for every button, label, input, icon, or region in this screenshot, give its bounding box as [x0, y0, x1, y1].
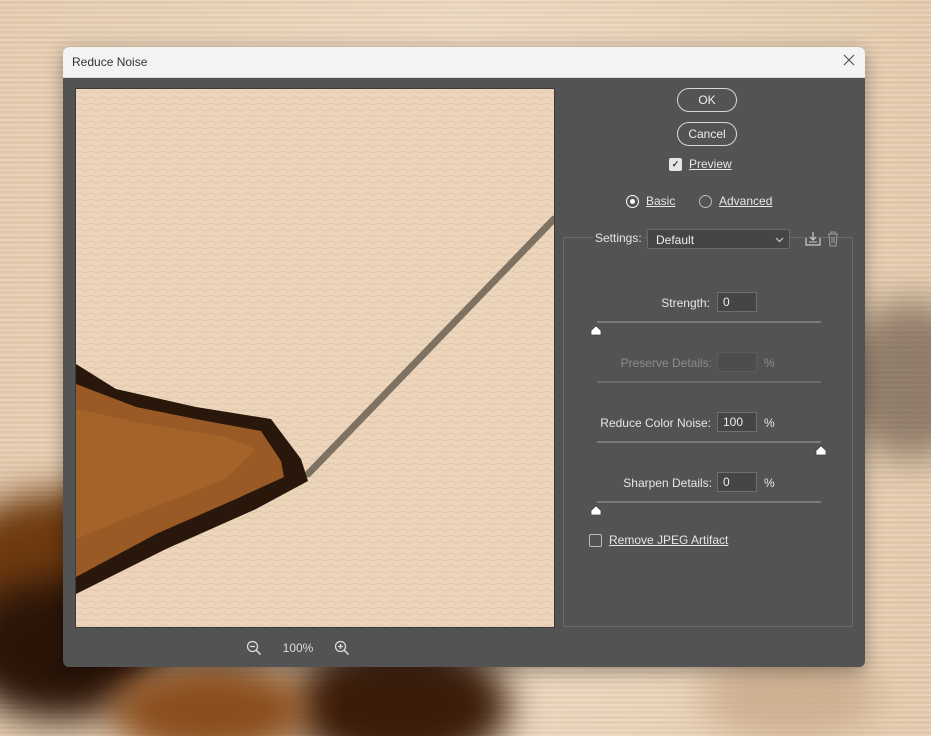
advanced-radio-row[interactable]: Advanced: [699, 194, 772, 208]
strength-slider[interactable]: [597, 321, 821, 323]
sharpen-details-label: Sharpen Details:: [623, 476, 712, 490]
remove-jpeg-row[interactable]: Remove JPEG Artifact: [589, 533, 728, 547]
sharpen-details-unit: %: [764, 476, 775, 490]
sharpen-details-input[interactable]: 0: [717, 472, 757, 492]
cancel-button[interactable]: Cancel: [677, 122, 737, 146]
preserve-details-label: Preserve Details:: [620, 356, 712, 370]
reduce-color-noise-input[interactable]: 100: [717, 412, 757, 432]
reduce-color-noise-unit: %: [764, 416, 775, 430]
preserve-details-slider: [597, 381, 821, 383]
preview-checkbox-row[interactable]: ✓ Preview: [669, 157, 732, 171]
basic-label: Basic: [646, 194, 676, 208]
preview-checkbox[interactable]: ✓: [669, 157, 682, 171]
ok-button[interactable]: OK: [677, 88, 737, 112]
preview-image[interactable]: [75, 88, 555, 628]
advanced-radio[interactable]: [699, 194, 712, 208]
dialog-title: Reduce Noise: [72, 55, 148, 69]
remove-jpeg-label: Remove JPEG Artifact: [609, 533, 729, 547]
remove-jpeg-checkbox[interactable]: [589, 533, 602, 547]
zoom-out-icon[interactable]: [243, 637, 265, 659]
reduce-noise-dialog: Reduce Noise 100% OK Cancel ✓ Preview Ba…: [63, 47, 865, 667]
title-bar: Reduce Noise: [63, 47, 865, 78]
reduce-color-noise-slider[interactable]: [597, 441, 821, 443]
zoom-bar: 100%: [243, 637, 353, 659]
settings-label: Settings:: [593, 231, 644, 245]
basic-radio[interactable]: [626, 194, 639, 208]
strength-input[interactable]: 0: [717, 292, 757, 312]
preview-label: Preview: [689, 157, 732, 171]
zoom-in-icon[interactable]: [331, 637, 353, 659]
save-preset-icon[interactable]: [804, 230, 822, 248]
basic-radio-row[interactable]: Basic: [626, 194, 675, 208]
close-icon[interactable]: [839, 52, 859, 72]
advanced-label: Advanced: [719, 194, 773, 208]
zoom-level: 100%: [282, 641, 314, 655]
strength-label: Strength:: [661, 296, 710, 310]
dropdown-arrow-icon: [775, 230, 784, 258]
delete-preset-icon[interactable]: [825, 230, 843, 248]
checkmark-icon: ✓: [671, 158, 680, 169]
reduce-color-noise-label: Reduce Color Noise:: [600, 416, 711, 430]
preserve-details-unit: %: [764, 356, 775, 370]
settings-dropdown[interactable]: Default: [647, 229, 790, 249]
settings-value: Default: [656, 233, 695, 247]
sharpen-details-slider[interactable]: [597, 501, 821, 503]
preserve-details-input: [717, 352, 757, 372]
